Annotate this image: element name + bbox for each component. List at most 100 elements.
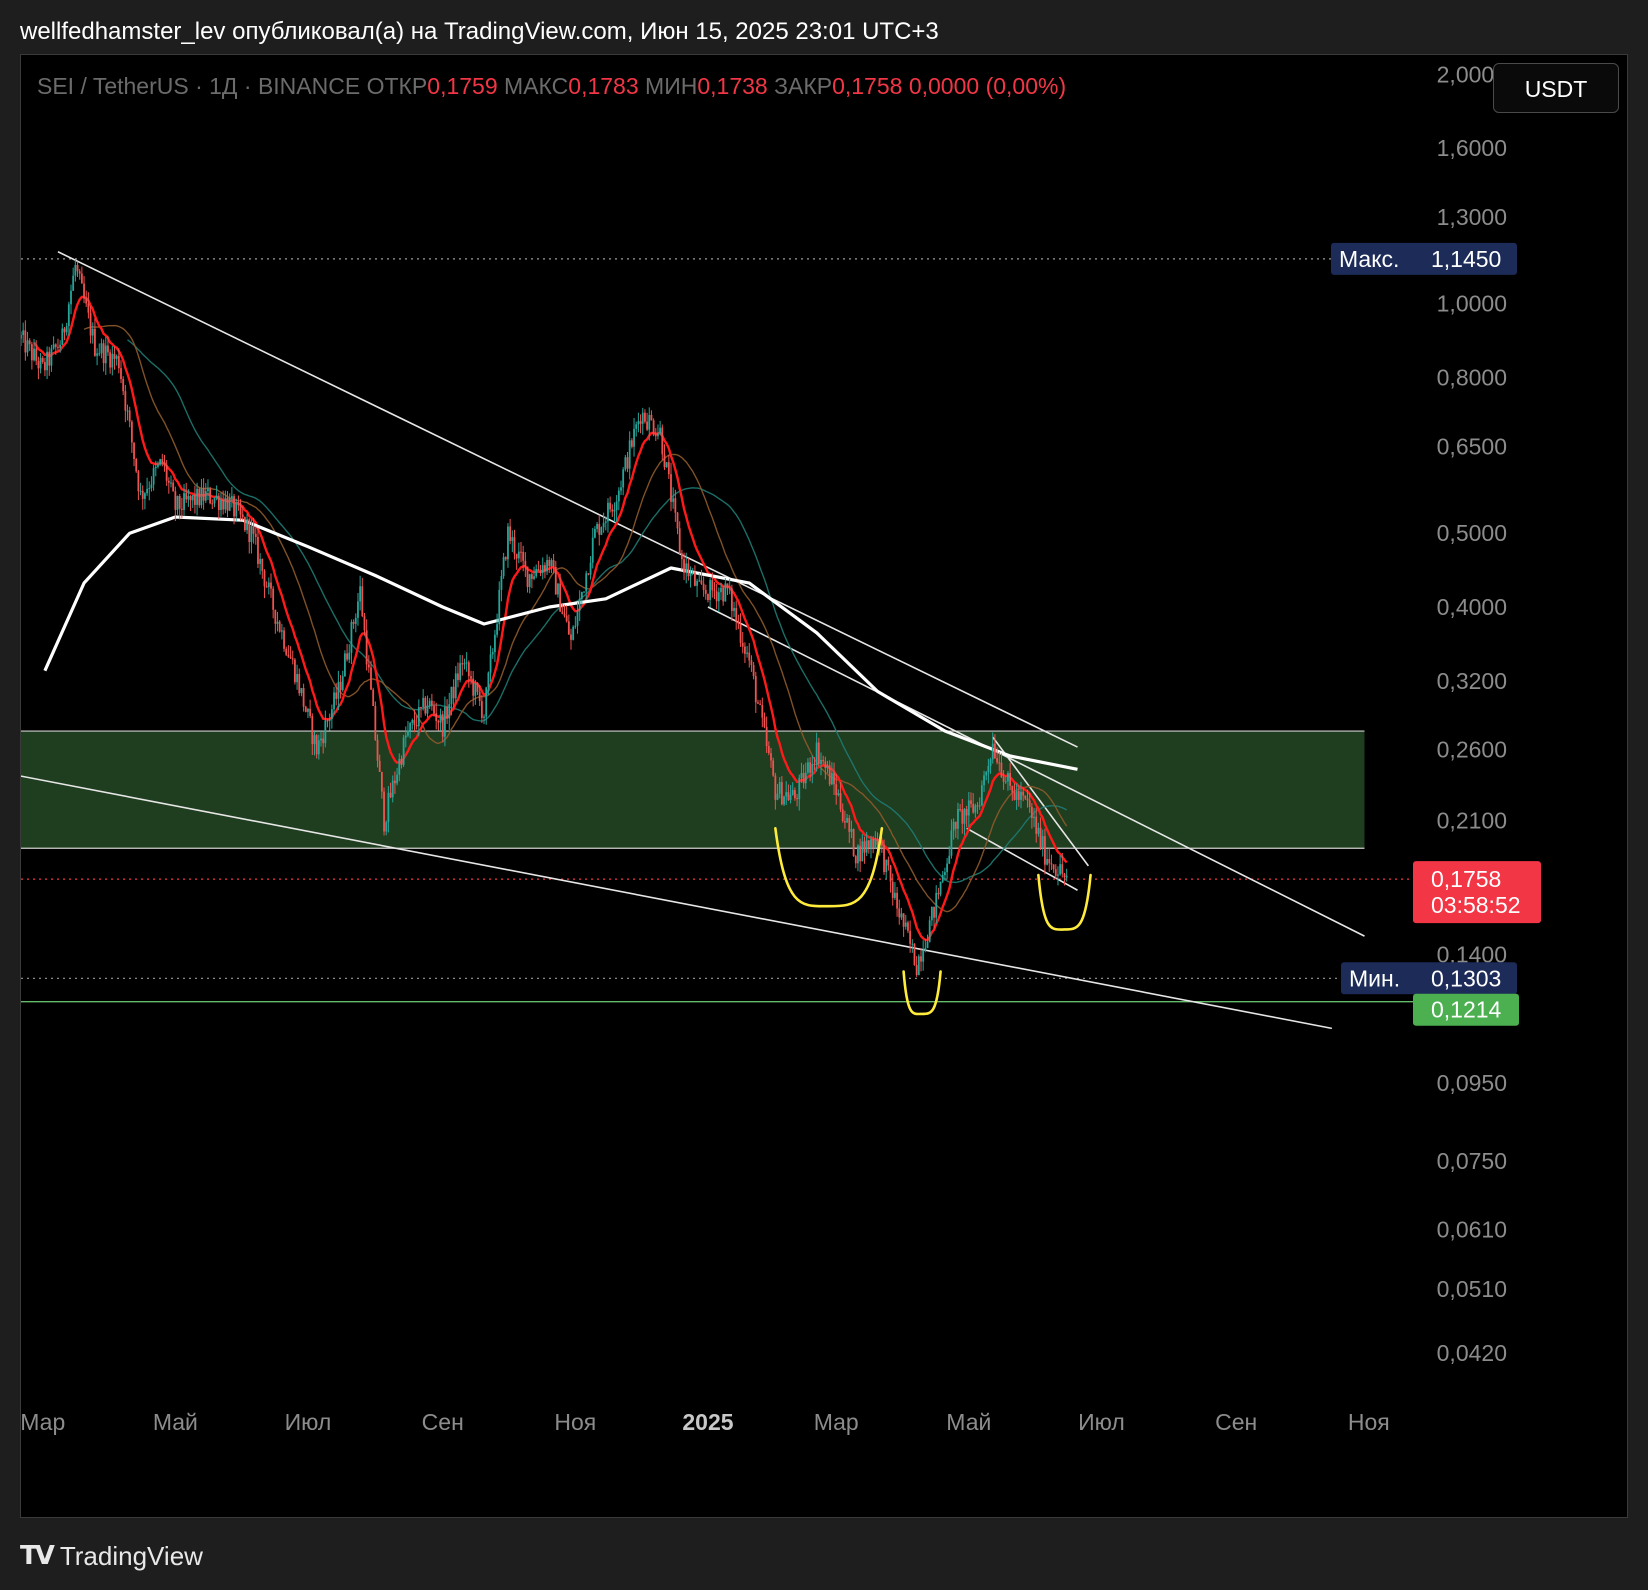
- x-tick-label: Июл: [285, 1409, 332, 1435]
- candle-body: [174, 491, 177, 510]
- candle-body: [167, 480, 170, 483]
- candle-body: [107, 345, 109, 353]
- candle-body: [809, 762, 812, 773]
- candle-body: [635, 424, 638, 429]
- candle-body: [750, 660, 753, 665]
- candle-body: [302, 688, 305, 707]
- y-tick-label: 0,8000: [1437, 365, 1507, 391]
- candle-body: [787, 792, 790, 801]
- candle-body: [37, 360, 40, 369]
- y-tick-label: 1,6000: [1437, 135, 1507, 161]
- candle-body: [61, 328, 64, 345]
- candle-body: [648, 414, 651, 430]
- candle-body: [598, 523, 601, 535]
- candle-body: [350, 621, 353, 653]
- candle-body: [67, 304, 70, 327]
- x-tick-label: Май: [153, 1409, 198, 1435]
- candle-body: [509, 526, 512, 541]
- candle-body: [374, 705, 377, 740]
- candle-body: [557, 583, 559, 595]
- candle-body: [900, 913, 903, 918]
- candle-body: [228, 498, 231, 511]
- y-tick-label: 0,0950: [1437, 1070, 1507, 1096]
- candle-body: [337, 681, 340, 699]
- y-tick-label: 0,0750: [1437, 1148, 1507, 1174]
- candle-body: [822, 759, 825, 762]
- candle-body: [730, 588, 733, 611]
- candle-body: [354, 617, 357, 624]
- x-tick-label: Ноя: [1348, 1409, 1390, 1435]
- candle-body: [609, 502, 612, 510]
- candle-body: [817, 742, 820, 764]
- candle-body: [872, 839, 875, 848]
- candle-body: [237, 503, 240, 506]
- price-chart[interactable]: 2,00001,60001,30001,00000,80000,65000,50…: [21, 55, 1628, 1518]
- candle-body: [804, 772, 807, 784]
- candle-body: [326, 720, 329, 722]
- candle-body: [765, 726, 768, 747]
- candle-body: [144, 493, 146, 499]
- candle-body: [761, 704, 764, 718]
- candle-body: [39, 357, 42, 369]
- candle-body: [974, 805, 977, 813]
- candle-body: [687, 563, 690, 577]
- candle-body: [272, 588, 275, 610]
- candle-body: [570, 634, 572, 640]
- candle-body: [170, 482, 172, 484]
- candle-body: [1028, 800, 1031, 807]
- low-value: 0,1738: [697, 73, 768, 99]
- candle-body: [113, 353, 116, 359]
- candle-body: [996, 758, 998, 763]
- candle-body: [194, 495, 196, 505]
- candle-body: [294, 659, 296, 683]
- candle-body: [763, 717, 766, 727]
- candle-body: [1022, 791, 1025, 796]
- candle-body: [802, 772, 805, 784]
- candle-body: [457, 673, 459, 680]
- candle-body: [711, 580, 714, 591]
- candle-body: [830, 772, 833, 785]
- candle-body: [946, 863, 948, 873]
- y-tick-label: 1,0000: [1437, 291, 1507, 317]
- candle-body: [580, 592, 583, 599]
- candle-body: [907, 922, 909, 931]
- candle-body: [696, 581, 698, 586]
- chart-panel[interactable]: 2,0000 1,6000 1,3000 1,0000 0,8000 0,6500 0,50…: [20, 54, 1628, 1518]
- change-value: 0,0000 (0,00%): [908, 73, 1067, 99]
- candle-body: [185, 493, 188, 500]
- candle-body: [759, 703, 762, 705]
- min-label-text: Мин.: [1349, 965, 1400, 991]
- candle-body: [715, 591, 718, 602]
- candle-body: [348, 652, 351, 660]
- candle-body: [296, 674, 298, 683]
- candle-body: [209, 488, 212, 504]
- candle-body: [820, 759, 822, 764]
- candle-body: [102, 343, 105, 364]
- candle-body: [987, 765, 990, 773]
- candle-body: [63, 328, 66, 333]
- candle-body: [535, 569, 538, 577]
- candle-body: [44, 362, 46, 371]
- candle-body: [1017, 791, 1020, 800]
- candle-body: [1041, 836, 1044, 848]
- candle-body: [396, 774, 398, 784]
- candle-body: [511, 537, 514, 541]
- candle-body: [611, 509, 614, 512]
- candle-body: [774, 775, 777, 800]
- candle-body: [859, 845, 862, 862]
- candle-body: [376, 739, 379, 761]
- low-label: МИН: [645, 73, 698, 99]
- symbol-label[interactable]: SEI / TetherUS · 1Д · BINANCE: [37, 73, 360, 99]
- candle-body: [420, 706, 422, 708]
- y-tick-label: 0,5000: [1437, 520, 1507, 546]
- candle-body: [576, 610, 579, 626]
- candle-body: [826, 765, 829, 769]
- candle-body: [630, 440, 633, 447]
- candle-body: [483, 716, 485, 718]
- candle-body: [289, 656, 292, 659]
- candle-body: [772, 760, 775, 776]
- candle-body: [52, 344, 55, 349]
- x-tick-label: Сен: [1215, 1409, 1257, 1435]
- currency-button[interactable]: USDT: [1493, 63, 1619, 113]
- candle-body: [1057, 874, 1059, 876]
